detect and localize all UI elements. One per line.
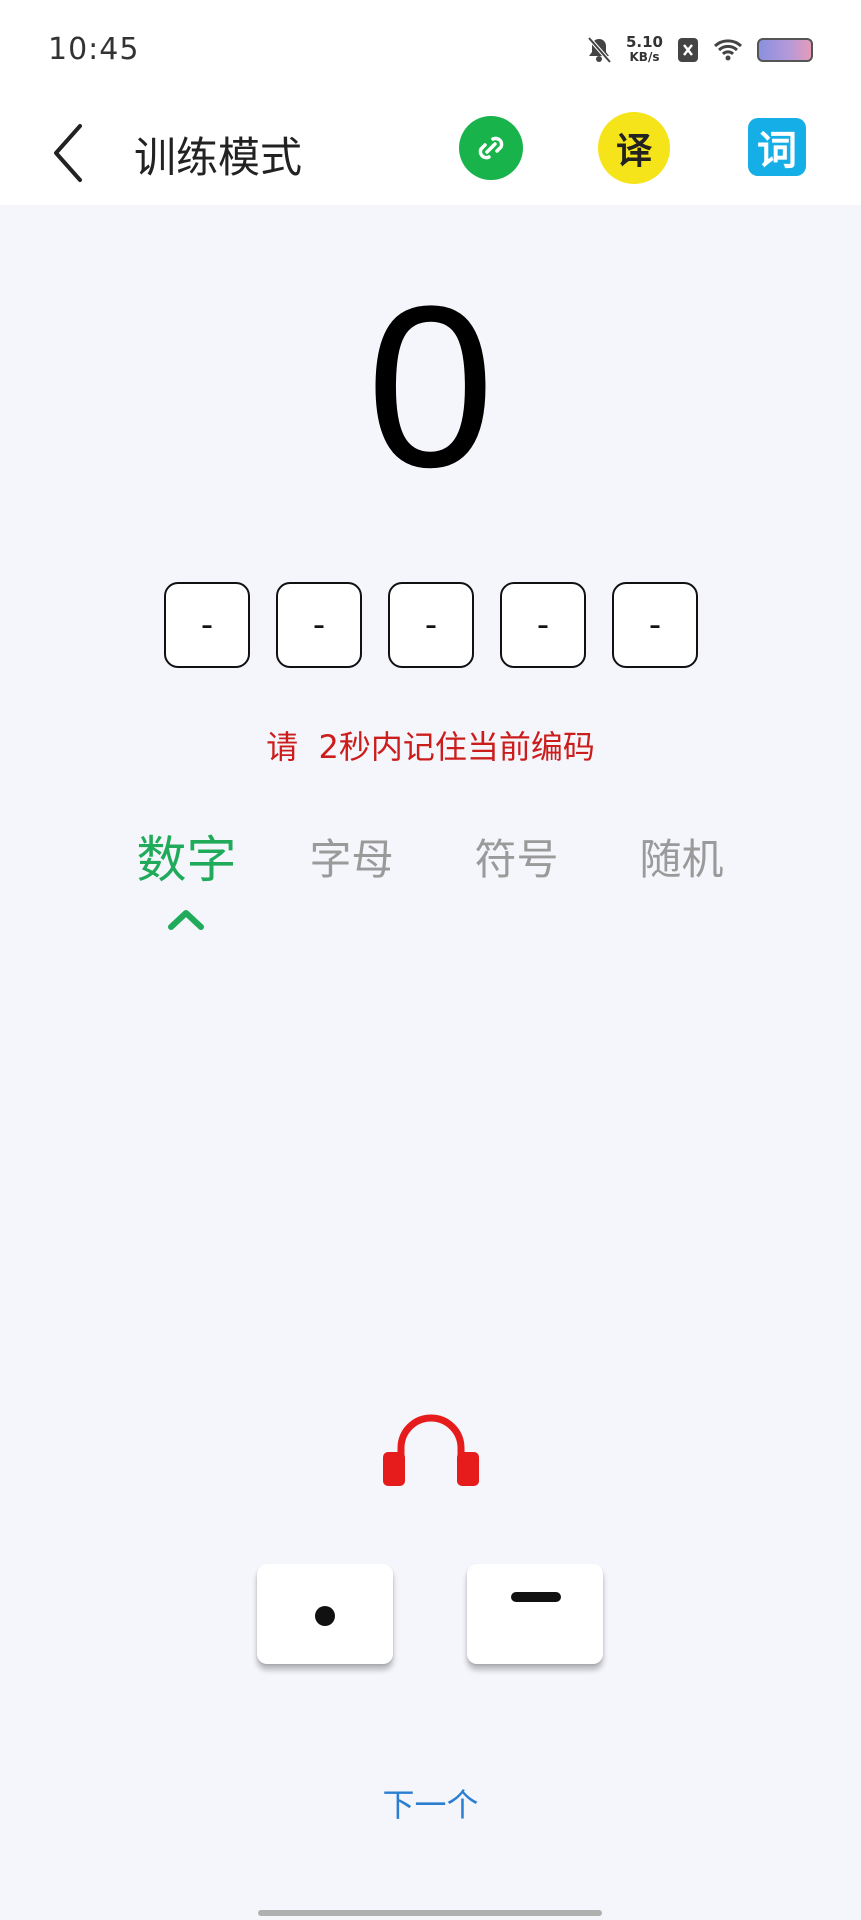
home-indicator[interactable] <box>258 1910 602 1916</box>
headphone-icon[interactable] <box>383 1408 479 1488</box>
translate-button[interactable]: 译 <box>598 112 670 184</box>
dot-symbol <box>315 1606 335 1626</box>
net-speed-unit: KB/s <box>629 50 660 64</box>
dash-key-button[interactable] <box>467 1564 603 1664</box>
status-bar: 10:45 5.10 KB/s <box>0 0 861 100</box>
net-speed-value: 5.10 <box>625 33 663 51</box>
code-slot: - <box>388 582 474 668</box>
mute-bell-icon <box>587 36 612 64</box>
status-time: 10:45 <box>48 32 140 67</box>
code-slot: - <box>612 582 698 668</box>
page-title: 训练模式 <box>134 133 303 182</box>
category-tabs: 数字 字母 符号 随机 <box>104 826 764 892</box>
sim-off-icon <box>678 38 698 62</box>
tab-letters[interactable]: 字母 <box>269 826 434 892</box>
net-speed: 5.10 KB/s <box>626 35 663 65</box>
tab-symbols[interactable]: 符号 <box>434 826 599 892</box>
tab-random[interactable]: 随机 <box>599 826 764 892</box>
code-slot: - <box>276 582 362 668</box>
wifi-icon <box>713 39 743 61</box>
status-icons: 5.10 KB/s <box>586 30 813 70</box>
code-slot: - <box>164 582 250 668</box>
code-slot: - <box>500 582 586 668</box>
score-display: 0 <box>366 258 495 515</box>
app-bar: 训练模式 译 词 <box>0 100 861 205</box>
link-button[interactable] <box>459 116 523 180</box>
active-tab-caret-icon <box>168 910 204 930</box>
memorize-hint: 请 2秒内记住当前编码 <box>266 728 595 766</box>
tab-numbers[interactable]: 数字 <box>104 820 269 892</box>
dot-key-button[interactable] <box>257 1564 393 1664</box>
link-icon <box>478 136 504 160</box>
back-arrow-icon[interactable] <box>44 120 104 186</box>
dictionary-button[interactable]: 词 <box>748 118 806 176</box>
battery-icon <box>757 38 813 62</box>
next-button[interactable]: 下一个 <box>0 1780 861 1826</box>
dash-symbol <box>511 1592 561 1602</box>
code-slots: - - - - - <box>164 582 698 668</box>
